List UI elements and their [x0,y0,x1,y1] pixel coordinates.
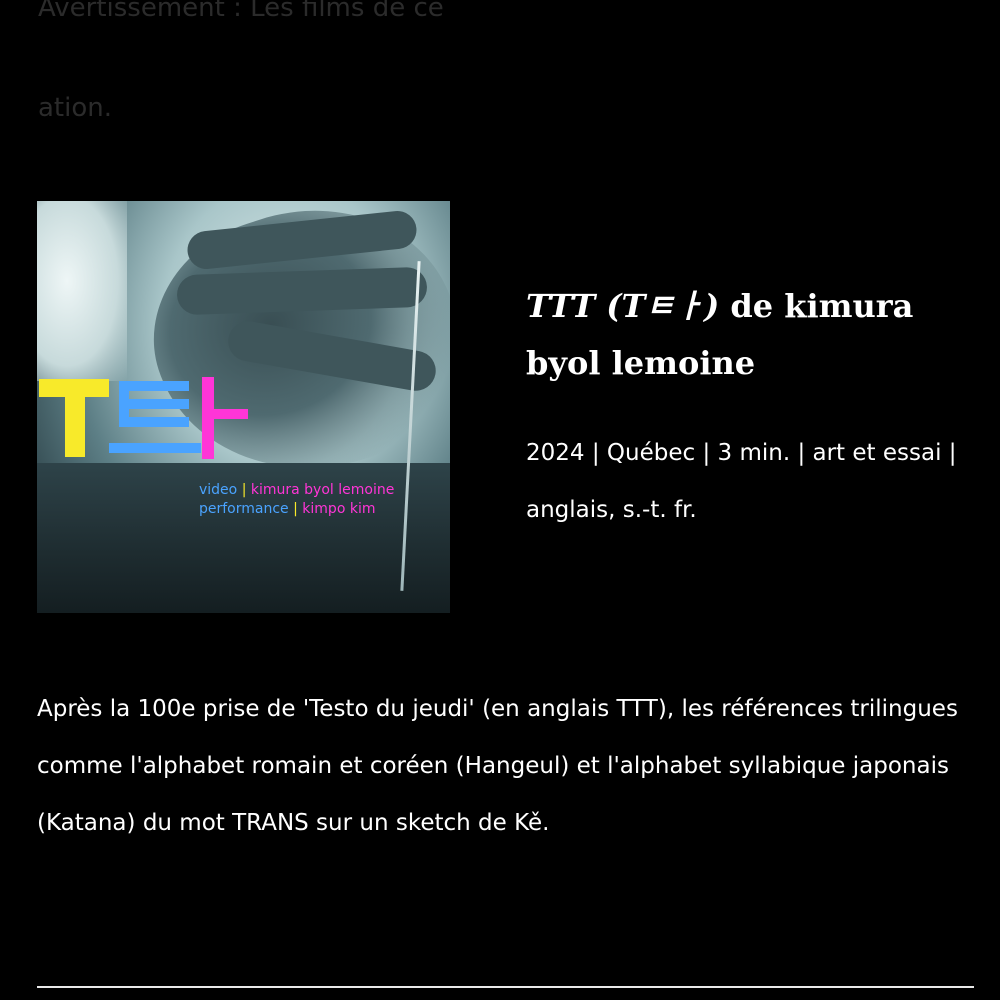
poster-sleeve [37,201,127,381]
poster-credit-line-2: performance | kimpo kim [199,500,394,519]
previous-entry-text-end: ation. [38,93,113,123]
poster-credit-name: kimpo kim [302,501,376,517]
film-title[interactable]: TTT (Tㅌㅏ) de kimura byol lemoine [526,278,966,392]
poster-credit-separator: | [241,482,247,498]
poster-credit-name: kimura byol lemoine [250,482,395,498]
film-metadata: 2024 | Québec | 3 min. | art et essai | … [526,440,957,523]
poster-title-glyphs [37,377,277,467]
section-divider [37,986,974,988]
poster-credit-role: video [199,482,238,498]
film-description: Après la 100e prise de 'Testo du jeudi' … [37,696,958,836]
film-title-italic: TTT (Tㅌㅏ) [526,287,720,325]
poster-credit-separator: | [293,501,298,517]
previous-entry-text: Avertissement : Les films de ce [38,0,444,23]
poster-credits: video | kimura byol lemoine performance … [199,481,394,519]
film-poster[interactable]: video | kimura byol lemoine performance … [37,201,450,613]
poster-credit-line-1: video | kimura byol lemoine [199,481,394,500]
poster-credit-role: performance [199,501,289,517]
